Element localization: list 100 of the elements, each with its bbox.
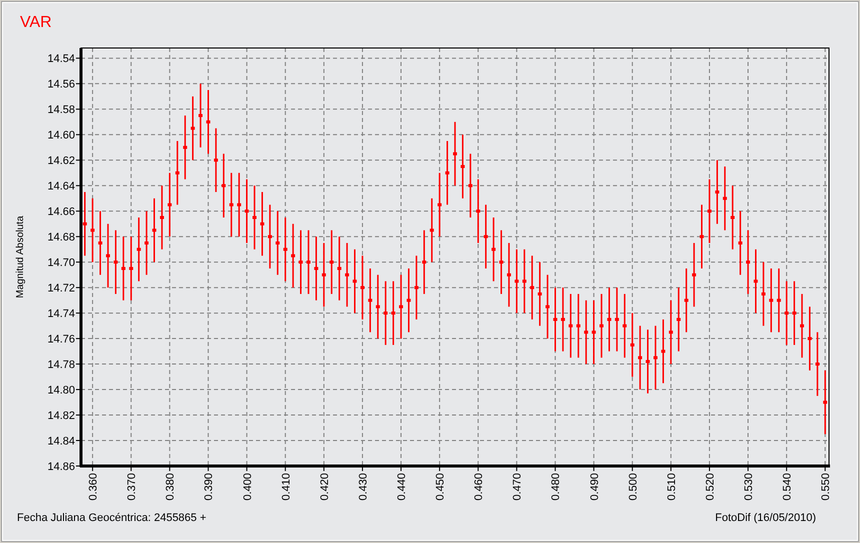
data-point [654, 326, 658, 390]
data-point [82, 192, 87, 256]
data-point [638, 326, 642, 390]
data-point [622, 294, 627, 358]
data-point [630, 313, 634, 377]
axis-tick-label: 0.420 [318, 473, 331, 501]
data-point [206, 90, 210, 154]
data-point [676, 288, 681, 352]
data-point [283, 218, 288, 282]
data-point [168, 172, 172, 237]
data-point [106, 224, 110, 288]
data-point [576, 294, 580, 358]
data-point [430, 198, 434, 262]
axis-tick-label: 0.550 [820, 473, 832, 501]
axis-tick-label: 0.510 [666, 473, 678, 501]
data-point [360, 256, 364, 320]
data-point [160, 186, 164, 250]
axis-tick-label: 14.56 [47, 78, 75, 91]
data-point [384, 281, 388, 345]
data-point [754, 249, 758, 314]
data-point [252, 186, 256, 250]
axis-tick-label: 0.410 [280, 473, 292, 501]
data-point [815, 332, 820, 396]
data-point [260, 192, 264, 256]
axis-tick-label: 0.450 [434, 473, 447, 501]
axis-tick-label: 14.86 [47, 461, 75, 473]
data-point [445, 141, 450, 205]
data-point [761, 262, 766, 326]
data-point [222, 154, 226, 218]
axis-tick-label: 0.480 [550, 473, 562, 501]
data-point [368, 268, 372, 332]
axis-tick-label: 0.390 [203, 473, 216, 501]
axis-tick-label: 14.68 [47, 232, 75, 244]
data-point [522, 249, 526, 314]
data-point [614, 288, 619, 352]
data-point [276, 211, 280, 275]
data-point [800, 294, 804, 358]
data-point [746, 230, 750, 294]
data-point [592, 300, 596, 364]
data-point [468, 154, 472, 218]
data-point [514, 249, 519, 314]
data-point [530, 256, 534, 320]
data-point [214, 128, 218, 192]
data-point [291, 224, 296, 288]
data-point [376, 274, 380, 339]
axis-tick-label: 0.540 [782, 473, 794, 501]
data-point [546, 274, 550, 339]
data-point [190, 96, 195, 160]
data-point [700, 204, 704, 268]
axis-tick-label: 14.84 [47, 436, 75, 448]
data-point [560, 288, 565, 352]
data-point [90, 198, 95, 262]
axis-tick-label: 14.58 [47, 104, 75, 116]
data-point [352, 249, 357, 314]
data-point [823, 370, 828, 434]
data-point [114, 230, 118, 294]
x-axis-label: Fecha Juliana Geocéntrica: 2455865 + [17, 512, 206, 524]
data-point [183, 116, 188, 180]
data-point [406, 268, 411, 332]
data-point [646, 330, 650, 394]
data-point [538, 262, 542, 326]
data-point [484, 204, 488, 268]
axis-tick-label: 14.62 [47, 155, 75, 168]
axis-tick-label: 14.78 [47, 359, 75, 372]
data-point [422, 230, 426, 294]
credit-text: FotoDif (16/05/2010) [715, 512, 816, 524]
axis-tick-label: 0.460 [473, 473, 486, 501]
axis-tick-label: 0.380 [164, 473, 177, 501]
data-point [492, 218, 496, 282]
data-point [129, 236, 134, 300]
data-point [792, 281, 796, 345]
data-point [506, 242, 511, 307]
axis-tick-label: 14.72 [47, 282, 75, 295]
data-point [668, 300, 673, 364]
axis-tick-label: 0.490 [588, 473, 601, 501]
y-axis-label: Magnitud Absoluta [15, 216, 26, 298]
data-point [345, 242, 350, 307]
data-point [784, 281, 789, 345]
data-point [707, 179, 712, 243]
axis-tick-label: 0.370 [126, 473, 138, 501]
data-point [499, 230, 504, 294]
data-point [237, 172, 242, 237]
axis-tick-label: 14.82 [47, 410, 75, 422]
data-point [692, 242, 696, 307]
axis-tick-label: 0.520 [704, 473, 716, 501]
axis-tick-label: 0.440 [396, 473, 408, 501]
data-point [98, 211, 102, 275]
data-point [330, 230, 334, 294]
axis-tick-label: 14.70 [47, 257, 75, 270]
data-point [314, 236, 318, 300]
data-point [776, 268, 781, 332]
axis-tick-label: 14.74 [47, 308, 75, 320]
axis-tick-label: 14.60 [47, 130, 75, 142]
data-point [715, 160, 720, 224]
axis-tick-label: 14.54 [47, 53, 75, 66]
data-point [607, 288, 612, 352]
data-point [322, 242, 326, 307]
data-point [268, 204, 272, 268]
data-point [144, 211, 149, 275]
data-point [438, 172, 442, 237]
